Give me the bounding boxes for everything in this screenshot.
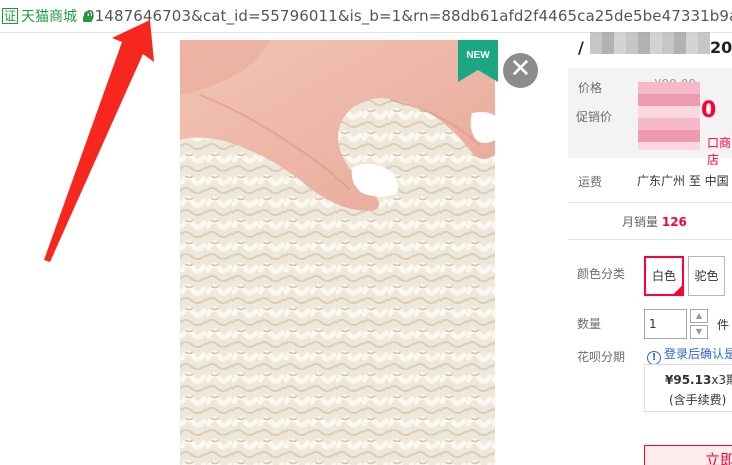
site-name[interactable]: 天猫商城	[21, 6, 77, 26]
product-title-end: 202	[710, 38, 732, 57]
product-title-blurred	[590, 32, 710, 54]
divider	[568, 239, 732, 240]
price-label: 价格	[578, 81, 603, 95]
color-option-label: 驼色	[694, 269, 719, 283]
close-icon[interactable]: ✕	[503, 53, 538, 88]
monthly-sales: 月销量 126	[622, 213, 687, 230]
color-label: 颜色分类	[577, 267, 626, 281]
installment-login-hint[interactable]: ! 登录后确认是	[647, 345, 732, 365]
color-option-label: 白色	[651, 269, 676, 283]
buy-now-button[interactable]: 立即	[644, 445, 732, 465]
address-bar[interactable]: 证 天猫商城 01487646703&cat_id=55796011&is_b=…	[0, 0, 732, 33]
new-badge: NEW	[458, 40, 498, 82]
promo-price-label: 促销价	[576, 110, 613, 124]
divider	[568, 202, 732, 203]
installment-price: ¥95.13	[665, 373, 712, 387]
quantity-increase-icon[interactable]: ▲	[690, 309, 708, 323]
color-option-camel[interactable]: 驼色	[688, 256, 725, 296]
new-badge-label: NEW	[466, 50, 490, 61]
certificate-badge[interactable]: 证	[2, 8, 19, 24]
promo-note[interactable]: 口商店	[707, 134, 732, 168]
quantity-input[interactable]: 1	[644, 309, 687, 339]
installment-term: x3期	[711, 373, 732, 387]
product-image[interactable]	[180, 40, 495, 465]
promo-price-blurred	[638, 82, 700, 150]
installment-label: 花呗分期	[577, 350, 626, 364]
sales-label: 月销量	[622, 215, 659, 229]
installment-fee: (含手续费)	[669, 393, 727, 407]
quantity-decrease-icon[interactable]: ▼	[690, 325, 708, 339]
quantity-unit: 件	[717, 318, 730, 332]
installment-option[interactable]: ¥95.13x3期 (含手续费)	[644, 364, 732, 412]
url-text[interactable]: 01487646703&cat_id=55796011&is_b=1&rn=88…	[85, 7, 732, 25]
shipping-route[interactable]: 广东广州 至 中国	[637, 172, 729, 189]
quantity-label: 数量	[577, 317, 602, 331]
selected-check-icon	[672, 284, 684, 296]
shipping-label: 运费	[578, 175, 603, 189]
promo-price: 0	[701, 98, 717, 123]
info-icon: !	[647, 351, 661, 365]
color-option-white[interactable]: 白色	[644, 256, 684, 296]
product-title-start: /	[578, 38, 584, 57]
installment-hint-text: 登录后确认是	[664, 347, 732, 361]
sales-count: 126	[661, 215, 687, 229]
